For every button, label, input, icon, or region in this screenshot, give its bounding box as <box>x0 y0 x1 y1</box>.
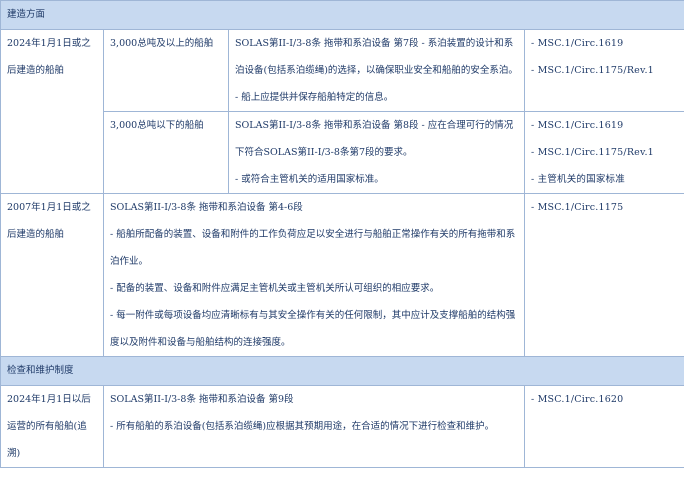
table-row: 2024年1月1日或之后建造的船舶 3,000总吨及以上的船舶 SOLAS第II… <box>0 29 684 194</box>
reference-cell: - MSC.1/Circ.1619 - MSC.1/Circ.1175/Rev.… <box>523 111 684 194</box>
reference-item: - MSC.1/Circ.1175 <box>531 202 624 213</box>
requirement-cell: SOLAS第II-I/3-8条 拖带和系泊设备 第9段 - 所有船舶的系泊设备(… <box>103 385 525 468</box>
reference-cell: - MSC.1/Circ.1619 - MSC.1/Circ.1175/Rev.… <box>523 29 684 112</box>
reference-item: - MSC.1/Circ.1619 <box>531 38 624 49</box>
reference-item: - MSC.1/Circ.1175/Rev.1 <box>531 147 654 158</box>
reference-item: - MSC.1/Circ.1619 <box>531 120 624 131</box>
table-row: 2024年1月1日以后运营的所有船舶(追溯) SOLAS第II-I/3-8条 拖… <box>0 385 684 468</box>
requirement-text: - 所有船舶的系泊设备(包括系泊缆绳)应根据其预期用途，在合适的情况下进行检查和… <box>110 421 495 432</box>
requirement-text: SOLAS第II-I/3-8条 拖带和系泊设备 第8段 - 应在合理可行的情况下… <box>235 120 514 158</box>
requirement-cell: SOLAS第II-I/3-8条 拖带和系泊设备 第8段 - 应在合理可行的情况下… <box>228 111 525 194</box>
table-row: 2007年1月1日或之后建造的船舶 SOLAS第II-I/3-8条 拖带和系泊设… <box>0 193 684 357</box>
reference-item: - 主管机关的国家标准 <box>531 174 625 185</box>
requirement-text: SOLAS第II-I/3-8条 拖带和系泊设备 第4-6段 <box>110 202 303 213</box>
reference-cell: - MSC.1/Circ.1175 <box>523 193 684 357</box>
scope-cell: 2007年1月1日或之后建造的船舶 <box>0 193 104 357</box>
requirement-text: - 配备的装置、设备和附件应满足主管机关或主管机关所认可组织的相应要求。 <box>110 283 440 294</box>
tonnage-cell: 3,000总吨及以上的船舶 <box>103 29 229 112</box>
section-title: 检查和维护制度 <box>0 356 684 386</box>
requirement-text: - 每一附件或每项设备均应清晰标有与其安全操作有关的任何限制，其中应计及支撑船舶… <box>110 310 516 348</box>
requirement-text: SOLAS第II-I/3-8条 拖带和系泊设备 第9段 <box>110 394 294 405</box>
requirement-text: - 或符合主管机关的适用国家标准。 <box>235 174 384 185</box>
table-row: 3,000总吨以下的船舶 SOLAS第II-I/3-8条 拖带和系泊设备 第8段… <box>1 111 684 194</box>
section-header-inspection: 检查和维护制度 <box>0 356 684 386</box>
requirement-text: SOLAS第II-I/3-8条 拖带和系泊设备 第7段 - 系泊装置的设计和系泊… <box>235 38 518 76</box>
section-title: 建造方面 <box>0 0 684 30</box>
scope-cell: 2024年1月1日或之后建造的船舶 <box>0 29 104 194</box>
reference-cell: - MSC.1/Circ.1620 <box>523 385 684 468</box>
requirements-table: 建造方面 2024年1月1日或之后建造的船舶 3,000总吨及以上的船舶 SOL… <box>0 0 684 468</box>
tonnage-cell: 3,000总吨以下的船舶 <box>103 111 229 194</box>
reference-item: - MSC.1/Circ.1175/Rev.1 <box>531 65 654 76</box>
requirement-cell: SOLAS第II-I/3-8条 拖带和系泊设备 第7段 - 系泊装置的设计和系泊… <box>228 29 525 112</box>
reference-item: - MSC.1/Circ.1620 <box>531 394 624 405</box>
section-header-construction: 建造方面 <box>0 0 684 30</box>
scope-cell: 2024年1月1日以后运营的所有船舶(追溯) <box>0 385 104 468</box>
requirement-text: - 船上应提供并保存船舶特定的信息。 <box>235 92 394 103</box>
requirement-text: - 船舶所配备的装置、设备和附件的工作负荷应足以安全进行与船舶正常操作有关的所有… <box>110 229 516 267</box>
requirement-cell: SOLAS第II-I/3-8条 拖带和系泊设备 第4-6段 - 船舶所配备的装置… <box>103 193 525 357</box>
